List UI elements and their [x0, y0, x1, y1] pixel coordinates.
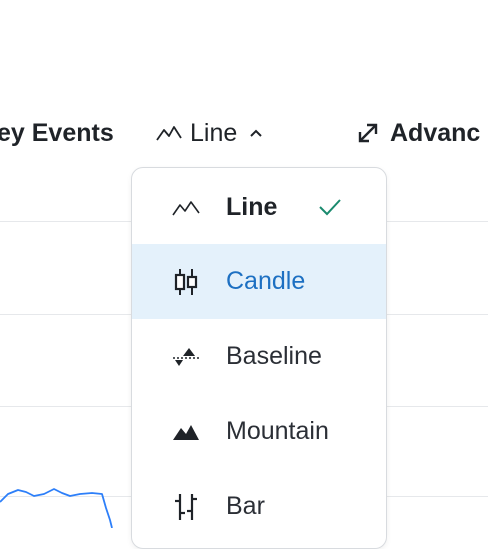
menu-item-label: Line	[226, 193, 278, 221]
chevron-up-icon	[249, 128, 263, 138]
menu-item-mountain[interactable]: Mountain	[132, 394, 386, 469]
expand-icon	[356, 121, 380, 145]
menu-item-label: Candle	[226, 267, 306, 295]
chart-type-menu: Line Candle Baseline Mountain Bar	[131, 167, 387, 549]
chart-type-dropdown[interactable]: Line	[156, 108, 263, 158]
menu-item-baseline[interactable]: Baseline	[132, 319, 386, 394]
bar-chart-icon	[170, 493, 202, 521]
menu-item-label: Mountain	[226, 417, 329, 445]
advanced-chart-button[interactable]: Advanc	[356, 108, 480, 158]
mountain-chart-icon	[170, 418, 202, 446]
chart-toolbar: ey Events Line Advanc	[0, 108, 488, 158]
baseline-chart-icon	[170, 343, 202, 371]
price-line	[0, 488, 113, 528]
key-events-button[interactable]: ey Events	[0, 108, 114, 158]
key-events-label: ey Events	[0, 118, 114, 147]
menu-item-label: Baseline	[226, 342, 322, 370]
menu-item-bar[interactable]: Bar	[132, 469, 386, 544]
line-chart-icon	[170, 194, 202, 222]
chart-type-label: Line	[190, 118, 238, 147]
line-chart-icon	[156, 124, 182, 142]
candle-chart-icon	[170, 268, 202, 296]
menu-item-label: Bar	[226, 492, 265, 520]
advanced-label: Advanc	[390, 118, 481, 147]
menu-item-candle[interactable]: Candle	[132, 244, 386, 319]
checkmark-icon	[318, 198, 342, 221]
menu-item-line[interactable]: Line	[132, 170, 386, 245]
